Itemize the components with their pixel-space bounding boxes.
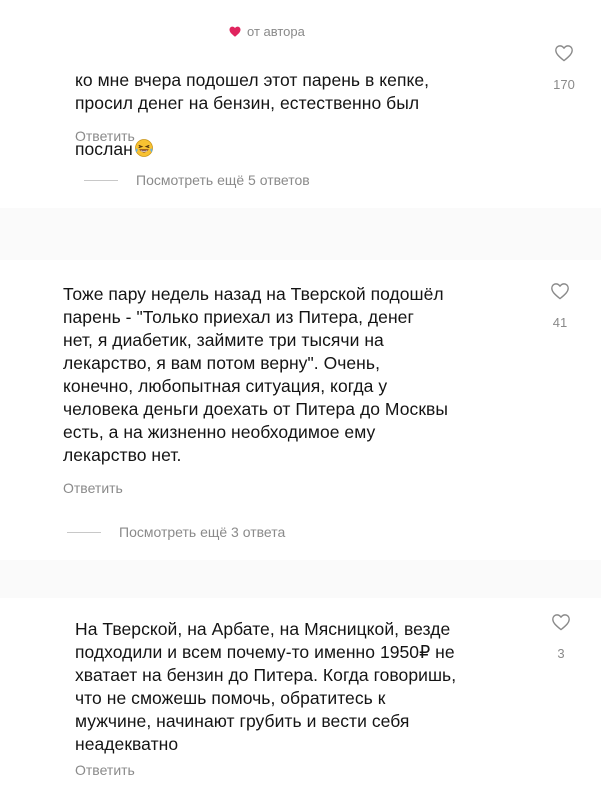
heart-outline-icon [551,613,571,636]
like-button[interactable]: 170 [544,44,584,92]
comment-1: от автора ко мне вчера подошел этот паре… [0,0,601,208]
comment-2: Тоже пару недель назад на Тверской подош… [0,260,601,560]
comment-text: На Тверской, на Арбате, на Мясницкой, ве… [75,619,457,754]
comment-text-body: ко мне вчера подошел этот парень в кепке… [75,70,430,159]
view-more-replies-label: Посмотреть ещё 5 ответов [136,172,310,188]
like-count: 3 [557,646,565,661]
view-more-replies-button[interactable]: Посмотреть ещё 3 ответа [67,524,285,540]
like-button[interactable]: 41 [540,282,580,330]
like-count: 170 [553,77,575,92]
reply-button[interactable]: Ответить [63,480,123,496]
replies-divider-line [84,179,118,181]
view-more-replies-label: Посмотреть ещё 3 ответа [119,524,286,540]
heart-filled-icon [229,26,241,37]
separator-band [0,208,601,260]
reply-button[interactable]: Ответить [75,128,135,144]
author-liked-tag: от автора [229,24,305,39]
comment-text: Тоже пару недель назад на Тверской подош… [63,284,449,465]
laughing-tears-emoji-icon [134,115,154,164]
heart-outline-icon [550,282,570,305]
separator-band [0,560,601,598]
author-tag-label: от автора [247,24,305,39]
like-button[interactable]: 3 [541,613,581,661]
view-more-replies-button[interactable]: Посмотреть ещё 5 ответов [84,172,310,188]
comment-text: ко мне вчера подошел этот парень в кепке… [75,46,429,164]
heart-outline-icon [554,44,574,67]
reply-button[interactable]: Ответить [75,762,135,778]
replies-divider-line [67,531,101,533]
like-count: 41 [552,315,568,330]
comment-3: На Тверской, на Арбате, на Мясницкой, ве… [0,598,601,800]
